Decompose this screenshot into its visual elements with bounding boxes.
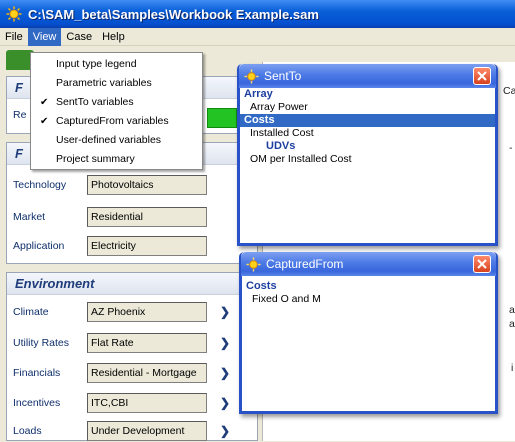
view-menu: Input type legend Parametric variables ✔… bbox=[30, 52, 203, 170]
value-fragment: - bbox=[509, 142, 513, 154]
menu-item-label: User-defined variables bbox=[56, 134, 162, 146]
column-header-fragment: Ca bbox=[503, 85, 515, 97]
list-item-om-per-installed-cost[interactable]: OM per Installed Cost bbox=[240, 153, 495, 166]
financials-value[interactable]: Residential - Mortgage bbox=[87, 363, 207, 383]
utility-rates-change-icon[interactable]: ❯ bbox=[219, 333, 231, 353]
incentives-value[interactable]: ITC,CBI bbox=[87, 393, 207, 413]
climate-value[interactable]: AZ Phoenix bbox=[87, 302, 207, 322]
financials-label: Financials bbox=[13, 367, 61, 379]
loads-row: Loads Under Development ❯ bbox=[13, 420, 231, 442]
application-row: Application Electricity bbox=[13, 235, 207, 257]
menu-item-input-type-legend[interactable]: Input type legend bbox=[31, 55, 202, 74]
capturedfrom-titlebar[interactable]: CapturedFrom bbox=[241, 252, 496, 276]
top-panel-row-label: Re bbox=[13, 109, 27, 121]
incentives-change-icon[interactable]: ❯ bbox=[219, 393, 231, 413]
sentto-title: SentTo bbox=[264, 69, 302, 83]
menu-item-label: CapturedFrom variables bbox=[56, 115, 169, 127]
menu-item-label: Project summary bbox=[56, 153, 135, 165]
sun-icon bbox=[246, 256, 261, 272]
run-button[interactable] bbox=[207, 108, 237, 128]
environment-panel-header: Environment bbox=[7, 273, 257, 295]
market-label: Market bbox=[13, 211, 46, 223]
capturedfrom-window[interactable]: CapturedFrom Costs Fixed O and M bbox=[239, 252, 498, 414]
climate-change-icon[interactable]: ❯ bbox=[219, 302, 231, 322]
technology-value[interactable]: Photovoltaics bbox=[87, 175, 207, 195]
capturedfrom-title: CapturedFrom bbox=[266, 257, 344, 271]
text-fragment-i: i bbox=[511, 362, 514, 374]
incentives-row: Incentives ITC,CBI ❯ bbox=[13, 392, 231, 414]
group-header-costs[interactable]: Costs bbox=[240, 114, 495, 127]
menu-help[interactable]: Help bbox=[97, 28, 130, 46]
menu-file[interactable]: File bbox=[0, 28, 28, 46]
menu-item-capturedfrom-variables[interactable]: ✔ CapturedFrom variables bbox=[31, 112, 202, 131]
sun-icon bbox=[244, 68, 259, 84]
menu-item-project-summary[interactable]: Project summary bbox=[31, 150, 202, 169]
text-fragment-ase: ase bbox=[509, 304, 515, 316]
menu-item-parametric-variables[interactable]: Parametric variables bbox=[31, 74, 202, 93]
list-item-installed-cost[interactable]: Installed Cost bbox=[240, 127, 495, 140]
utility-rates-row: Utility Rates Flat Rate ❯ bbox=[13, 332, 231, 354]
window-titlebar[interactable]: C:\SAM_beta\Samples\Workbook Example.sam bbox=[0, 0, 515, 28]
technology-label: Technology bbox=[13, 179, 67, 191]
list-item-array-power[interactable]: Array Power bbox=[240, 101, 495, 114]
application-value[interactable]: Electricity bbox=[87, 236, 207, 256]
loads-label: Loads bbox=[13, 425, 42, 437]
loads-change-icon[interactable]: ❯ bbox=[219, 421, 231, 441]
menu-case[interactable]: Case bbox=[61, 28, 97, 46]
list-item-fixed-o-and-m[interactable]: Fixed O and M bbox=[242, 293, 495, 306]
utility-rates-value[interactable]: Flat Rate bbox=[87, 333, 207, 353]
market-row: Market Residential bbox=[13, 206, 207, 228]
menu-item-label: Parametric variables bbox=[56, 77, 152, 89]
sentto-titlebar[interactable]: SentTo bbox=[239, 64, 496, 88]
sentto-list: Array Array Power Costs Installed Cost U… bbox=[239, 88, 496, 244]
incentives-label: Incentives bbox=[13, 397, 61, 409]
financials-change-icon[interactable]: ❯ bbox=[219, 363, 231, 383]
group-header-costs[interactable]: Costs bbox=[242, 280, 495, 293]
climate-row: Climate AZ Phoenix ❯ bbox=[13, 301, 231, 323]
climate-label: Climate bbox=[13, 306, 49, 318]
sentto-window[interactable]: SentTo Array Array Power Costs Installed… bbox=[237, 64, 498, 246]
utility-rates-label: Utility Rates bbox=[13, 337, 70, 349]
capturedfrom-list: Costs Fixed O and M bbox=[241, 276, 496, 412]
checkmark-icon: ✔ bbox=[40, 97, 49, 108]
technology-row: Technology Photovoltaics bbox=[13, 174, 207, 196]
menu-item-user-defined-variables[interactable]: User-defined variables bbox=[31, 131, 202, 150]
sun-icon bbox=[6, 6, 22, 22]
window-title: C:\SAM_beta\Samples\Workbook Example.sam bbox=[28, 6, 319, 22]
close-icon[interactable] bbox=[473, 255, 491, 273]
text-fragment-a: a bbox=[509, 318, 515, 330]
application-label: Application bbox=[13, 240, 65, 252]
menubar: File View Case Help bbox=[0, 27, 515, 46]
close-icon[interactable] bbox=[473, 67, 491, 85]
menu-item-label: Input type legend bbox=[56, 58, 137, 70]
financials-row: Financials Residential - Mortgage ❯ bbox=[13, 362, 231, 384]
market-value[interactable]: Residential bbox=[87, 207, 207, 227]
loads-value[interactable]: Under Development bbox=[87, 421, 207, 441]
group-header-udvs[interactable]: UDVs bbox=[240, 140, 495, 153]
menu-item-label: SentTo variables bbox=[56, 96, 134, 108]
group-header-array[interactable]: Array bbox=[240, 88, 495, 101]
checkmark-icon: ✔ bbox=[40, 116, 49, 127]
menu-view[interactable]: View bbox=[27, 27, 62, 46]
menu-item-sentto-variables[interactable]: ✔ SentTo variables bbox=[31, 93, 202, 112]
environment-panel: Environment Climate AZ Phoenix ❯ Utility… bbox=[6, 272, 258, 441]
